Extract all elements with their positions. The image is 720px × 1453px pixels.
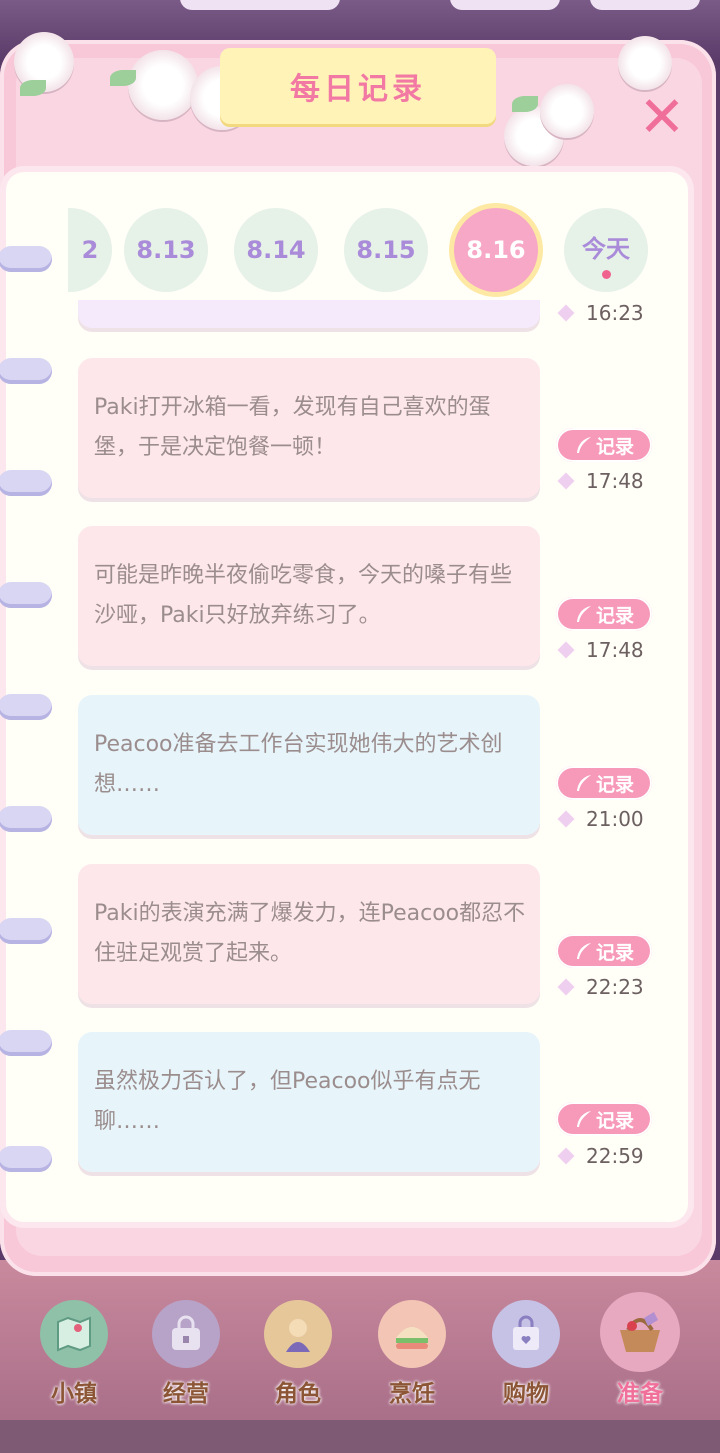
binder-ring (0, 1030, 52, 1056)
record-button[interactable]: 记录 (556, 766, 652, 800)
binder-ring (0, 806, 52, 832)
diamond-icon (557, 641, 575, 659)
page-title: 每日记录 (290, 72, 426, 107)
entry-text: 虽然极力否认了，但Peacoo似乎有点无聊…… (94, 1069, 481, 1134)
date-tab[interactable]: 8.13 (124, 208, 208, 292)
date-tab-today[interactable]: 今天 (564, 208, 648, 292)
map-icon (40, 1300, 108, 1368)
nav-item-cooking[interactable]: 烹饪 (362, 1290, 462, 1410)
nav-item-shopping[interactable]: 购物 (476, 1290, 576, 1410)
diamond-icon (557, 472, 575, 490)
date-tab[interactable]: 2 (68, 208, 112, 292)
record-button-label: 记录 (595, 941, 634, 964)
date-tab-label: 8.16 (466, 236, 526, 264)
leaf-icon (20, 80, 46, 96)
entry-time: 22:59 (557, 1143, 644, 1169)
rose-decoration-icon (128, 50, 198, 120)
record-button[interactable]: 记录 (556, 934, 652, 968)
feather-icon (576, 1111, 591, 1127)
diamond-icon (557, 1147, 575, 1165)
date-tab-label: 2 (81, 236, 99, 264)
record-button-label: 记录 (595, 604, 634, 627)
diary-entry: 虽然极力否认了，但Peacoo似乎有点无聊…… (78, 1032, 540, 1172)
entry-time: 21:00 (557, 806, 644, 832)
diary-entry: Peacoo准备去工作台实现她伟大的艺术创想…… (78, 695, 540, 835)
diamond-icon (557, 978, 575, 996)
record-button[interactable]: 记录 (556, 1102, 652, 1136)
entry-text: Paki打开冰箱一看，发现有自己喜欢的蛋堡，于是决定饱餐一顿！ (94, 395, 491, 460)
record-button[interactable]: 记录 (556, 597, 652, 631)
feather-icon (576, 943, 591, 959)
diary-entry: 可能是昨晚半夜偷吃零食，今天的嗓子有些沙哑，Paki只好放弃练习了。 (78, 526, 540, 666)
binder-ring (0, 582, 52, 608)
entry-text: Peacoo准备去工作台实现她伟大的艺术创想…… (94, 732, 503, 797)
binder-ring (0, 358, 52, 384)
rose-decoration-icon (540, 84, 594, 138)
sandwich-icon (378, 1300, 446, 1368)
binder-ring (0, 470, 52, 496)
nav-label: 小镇 (51, 1381, 97, 1407)
record-button-label: 记录 (595, 1109, 634, 1132)
record-button[interactable]: 记录 (556, 428, 652, 462)
nav-item-town[interactable]: 小镇 (24, 1290, 124, 1410)
date-tab[interactable]: 8.15 (344, 208, 428, 292)
leaf-icon (110, 70, 136, 86)
rose-decoration-icon (618, 36, 672, 90)
date-tab-bar[interactable]: 2 8.13 8.14 8.15 8.16 今天 (68, 200, 648, 300)
feather-icon (576, 775, 591, 791)
bottom-strip (0, 1420, 720, 1453)
date-tab-label: 今天 (582, 234, 630, 263)
diary-entry-partial (78, 300, 540, 328)
nav-item-business[interactable]: 经营 (136, 1290, 236, 1410)
diary-entry: Paki的表演充满了爆发力，连Peacoo都忍不住驻足观赏了起来。 (78, 864, 540, 1004)
entry-time: 22:23 (557, 974, 644, 1000)
new-indicator-dot (602, 270, 611, 279)
nav-item-prepare[interactable]: 准备 (590, 1290, 690, 1410)
close-icon: ✕ (638, 85, 686, 150)
leaf-icon (512, 96, 538, 112)
character-icon (264, 1300, 332, 1368)
nav-label: 烹饪 (389, 1381, 435, 1407)
binder-ring (0, 694, 52, 720)
bag-lock-icon (152, 1300, 220, 1368)
date-tab-label: 8.14 (246, 236, 306, 264)
diary-entry: Paki打开冰箱一看，发现有自己喜欢的蛋堡，于是决定饱餐一顿！ (78, 358, 540, 498)
date-tab[interactable]: 8.14 (234, 208, 318, 292)
feather-icon (576, 437, 591, 453)
date-tab-label: 8.13 (136, 236, 196, 264)
title-banner: 每日记录 (220, 48, 496, 124)
nav-label: 购物 (503, 1381, 549, 1407)
top-currency-pill (450, 0, 560, 10)
feather-icon (576, 606, 591, 622)
binder-ring (0, 1146, 52, 1172)
picnic-basket-icon (600, 1292, 680, 1372)
record-button-label: 记录 (595, 435, 634, 458)
date-tab-selected[interactable]: 8.16 (454, 208, 538, 292)
close-button[interactable]: ✕ (632, 88, 692, 148)
entry-time: 17:48 (557, 468, 644, 494)
top-resource-pill (180, 0, 340, 10)
nav-label: 经营 (163, 1381, 209, 1407)
bottom-nav: 小镇 经营 角色 烹饪 购物 准备 (0, 1290, 720, 1420)
entry-time: 17:48 (557, 637, 644, 663)
binder-ring (0, 918, 52, 944)
nav-label: 准备 (617, 1381, 663, 1407)
entry-text: 可能是昨晚半夜偷吃零食，今天的嗓子有些沙哑，Paki只好放弃练习了。 (94, 563, 513, 628)
shopping-bag-icon (492, 1300, 560, 1368)
nav-item-characters[interactable]: 角色 (248, 1290, 348, 1410)
date-tab-label: 8.15 (356, 236, 416, 264)
diamond-icon (557, 304, 575, 322)
entry-time: 16:23 (557, 300, 644, 326)
diamond-icon (557, 810, 575, 828)
top-coin-pill (590, 0, 700, 10)
nav-label: 角色 (275, 1381, 321, 1407)
entry-text: Paki的表演充满了爆发力，连Peacoo都忍不住驻足观赏了起来。 (94, 901, 526, 966)
binder-ring (0, 246, 52, 272)
record-button-label: 记录 (595, 773, 634, 796)
